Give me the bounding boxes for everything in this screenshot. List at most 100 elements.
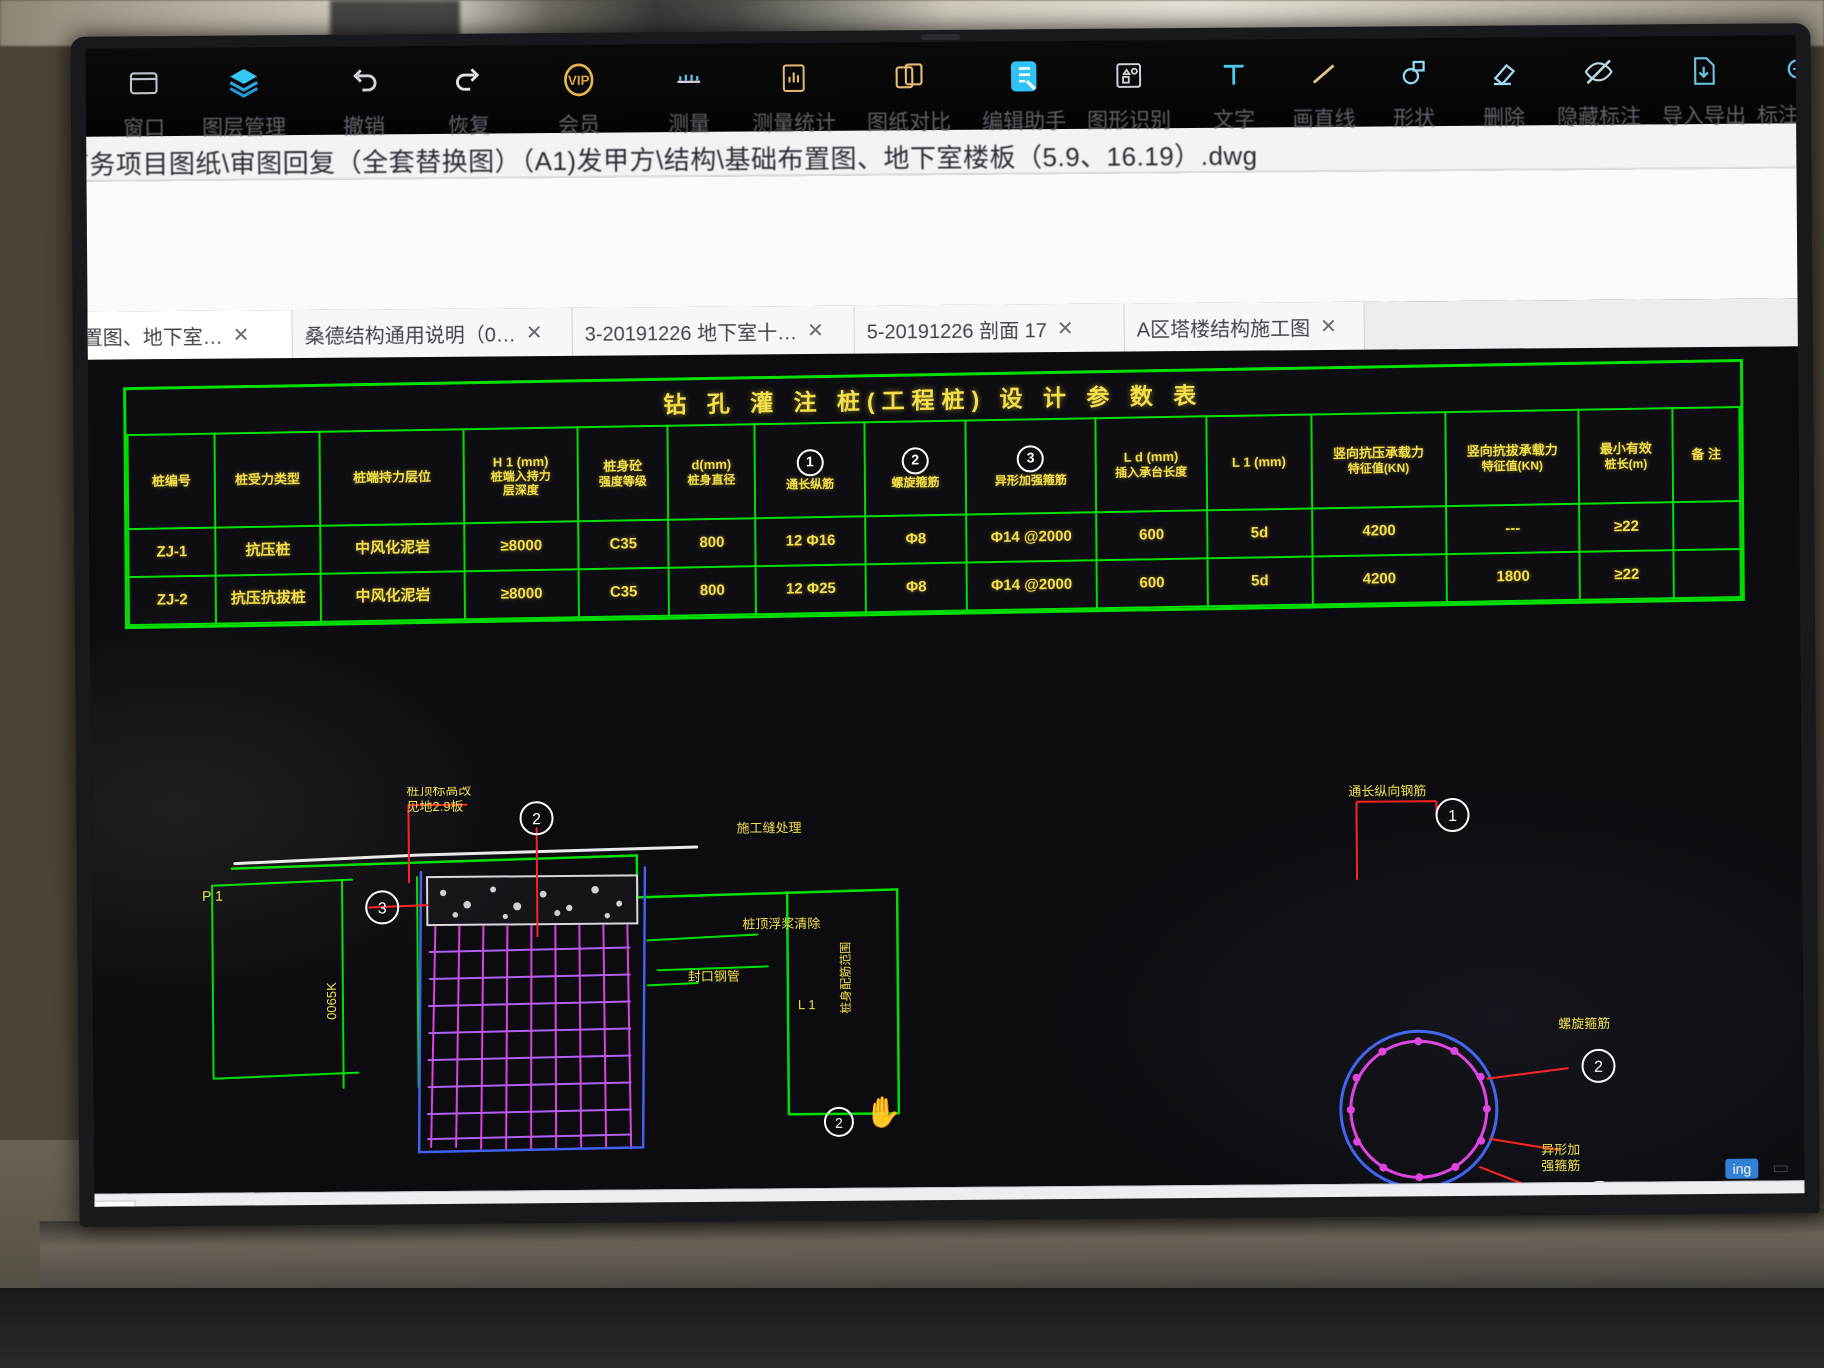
table-cell-r2-c10: 600 bbox=[1096, 558, 1208, 609]
toolbar-button-窗口[interactable]: 窗口 bbox=[96, 56, 193, 143]
header-sub: 强度等级 bbox=[598, 473, 647, 489]
toolbar-button-图纸对比[interactable]: 图纸对比 bbox=[861, 50, 958, 137]
toolbar-label: 恢复 bbox=[448, 114, 491, 138]
svg-text:螺旋箍筋: 螺旋箍筋 bbox=[1558, 1016, 1610, 1031]
import-export-icon bbox=[1655, 44, 1751, 99]
toolbar-button-隐藏标注[interactable]: 隐藏标注 bbox=[1550, 44, 1647, 131]
document-tab-4[interactable]: 5-20191226 剖面 17 ✕ bbox=[854, 303, 1125, 354]
parameter-table: 桩编号 桩受力类型 桩端持力层位 H 1 (mm) 桩端入持力 层深度 桩身砼 强度等级 d(m… bbox=[127, 406, 1742, 626]
pile-detail-drawing: 2 3 桩顶标高改 见地2.9板 施工缝处理 桩顶浮浆清除 封口钢管 P 1 0… bbox=[85, 776, 1804, 1207]
shape-recognize-icon bbox=[1081, 48, 1177, 103]
table-header-cell-8: 2 螺旋箍筋 bbox=[864, 420, 966, 517]
table-cell-r2-c13: 1800 bbox=[1446, 551, 1581, 603]
header-main: d(mm) bbox=[691, 457, 732, 473]
svg-text:桩身配筋范围: 桩身配筋范围 bbox=[838, 942, 854, 1014]
header-main: H 1 (mm) bbox=[492, 453, 549, 470]
header-sub: 桩端入持力 层深度 bbox=[490, 468, 551, 498]
table-header-cell-6: d(mm) 桩身直径 bbox=[667, 424, 756, 520]
header-sub: 异形加强箍筋 bbox=[994, 472, 1067, 488]
toolbar-label: 文字 bbox=[1212, 108, 1256, 132]
toolbar-label: 会员 bbox=[558, 113, 601, 138]
toolbar-button-恢复[interactable]: 恢复 bbox=[421, 53, 518, 140]
table-cell-r1-c2: 抗压桩 bbox=[215, 525, 321, 576]
system-notification-area: ing ▭ bbox=[1725, 1157, 1790, 1179]
table-outer-frame: 钻 孔 灌 注 桩(工程桩) 设 计 参 数 表 桩编号 桩受力类型 桩端持力层位 H… bbox=[123, 358, 1745, 630]
text-icon bbox=[1186, 47, 1282, 102]
toolbar-button-导入导出[interactable]: 导入导出 bbox=[1655, 44, 1752, 131]
document-tab-3[interactable]: 3-20191226 地下室十… ✕ bbox=[572, 305, 855, 356]
header-main: L 1 (mm) bbox=[1231, 454, 1286, 471]
toolbar-button-文字[interactable]: 文字 bbox=[1186, 47, 1283, 134]
toolbar-label: 图形识别 bbox=[1086, 109, 1172, 133]
screen-content: 渔商业商务项目图纸\审图回复（全套替换图）（A1)发甲方\结构\基础布置图、地下… bbox=[85, 35, 1805, 1207]
toolbar-button-编辑助手[interactable]: 编辑助手 bbox=[976, 49, 1073, 136]
table-cell-r1-c13: --- bbox=[1445, 503, 1580, 555]
table-header-cell-3: 桩端持力层位 bbox=[319, 429, 465, 526]
header-sub: 螺旋箍筋 bbox=[891, 474, 940, 490]
toolbar-label: 编辑助手 bbox=[981, 110, 1067, 134]
table-cell-r1-c11: 5d bbox=[1206, 508, 1313, 559]
cad-canvas[interactable]: 钻 孔 灌 注 桩(工程桩) 设 计 参 数 表 桩编号 桩受力类型 桩端持力层位 H… bbox=[85, 346, 1805, 1207]
svg-text:异形加: 异形加 bbox=[1541, 1142, 1580, 1157]
header-main: 备 注 bbox=[1691, 446, 1722, 463]
header-main: 桩端持力层位 bbox=[352, 469, 432, 486]
tab-label: 桑德结构通用说明（0… bbox=[304, 323, 516, 348]
svg-text:封口钢管: 封口钢管 bbox=[688, 969, 740, 984]
toolbar-button-形状[interactable]: 形状 bbox=[1366, 46, 1463, 133]
header-sub: 通长纵筋 bbox=[786, 476, 835, 492]
header-main: 最小有效 bbox=[1599, 441, 1652, 457]
vip-icon: VIP bbox=[531, 52, 627, 107]
detail-svg: 2 3 桩顶标高改 见地2.9板 施工缝处理 桩顶浮浆清除 封口钢管 P 1 0… bbox=[202, 783, 1617, 1207]
table-cell-r2-c15 bbox=[1673, 549, 1741, 599]
document-tab-1[interactable]: 基础布置图、地下室… ✕ bbox=[85, 310, 293, 361]
header-main: 桩编号 bbox=[151, 473, 191, 490]
svg-text:P 1: P 1 bbox=[202, 888, 223, 904]
toolbar-button-会员[interactable]: VIP 会员 bbox=[531, 52, 628, 139]
pile-parameter-table: 钻 孔 灌 注 桩(工程桩) 设 计 参 数 表 桩编号 桩受力类型 桩端持力层位 H… bbox=[123, 358, 1745, 630]
table-header-cell-12: 竖向抗压承载力 特征值(KN) bbox=[1311, 412, 1446, 509]
table-cell-r1-c4: ≥8000 bbox=[464, 521, 579, 572]
table-cell-r2-c3: 中风化泥岩 bbox=[320, 571, 466, 622]
tab-close-icon[interactable]: ✕ bbox=[1320, 313, 1337, 338]
table-cell-r2-c4: ≥8000 bbox=[464, 569, 579, 620]
minimize-icon[interactable]: ▭ bbox=[1772, 1157, 1789, 1178]
toolbar-button-图形识别[interactable]: 图形识别 bbox=[1081, 48, 1178, 135]
document-tab-5[interactable]: A区塔楼结构施工图 ✕ bbox=[1124, 301, 1365, 352]
table-cell-r2-c8: Φ8 bbox=[865, 562, 967, 613]
header-main: 桩身砼 bbox=[603, 458, 643, 475]
header-sub: 插入承台长度 bbox=[1115, 464, 1188, 480]
main-toolbar bbox=[85, 168, 1803, 313]
toolbar-label: 测量 bbox=[668, 112, 711, 137]
tab-close-icon[interactable]: ✕ bbox=[233, 322, 250, 347]
svg-text:桩顶标高改: 桩顶标高改 bbox=[406, 783, 471, 799]
header-sub: 特征值(KN) bbox=[1481, 458, 1544, 474]
tab-close-icon[interactable]: ✕ bbox=[807, 317, 824, 342]
toolbar-button-删除[interactable]: 删除 bbox=[1455, 45, 1552, 132]
toolbar-button-测量统计[interactable]: 测量统计 bbox=[746, 51, 843, 138]
tab-close-icon[interactable]: ✕ bbox=[1057, 315, 1074, 340]
table-cell-r2-c1: ZJ-2 bbox=[128, 575, 216, 626]
table-header-cell-9: 3 异形加强箍筋 bbox=[965, 418, 1097, 515]
document-tab-2[interactable]: 桑德结构通用说明（0… ✕ bbox=[292, 307, 573, 359]
hide-annotation-icon bbox=[1550, 44, 1646, 99]
tab-close-icon[interactable]: ✕ bbox=[526, 320, 543, 345]
toolbar-button-测量[interactable]: 测量 bbox=[641, 52, 738, 139]
toolbar-button-盘[interactable]: 盘 bbox=[85, 57, 95, 144]
header-sub: 特征值(KN) bbox=[1347, 460, 1410, 476]
svg-text:3: 3 bbox=[378, 900, 387, 917]
svg-text:2: 2 bbox=[835, 1115, 843, 1131]
table-cell-r1-c10: 600 bbox=[1096, 510, 1208, 561]
svg-text:1: 1 bbox=[1448, 808, 1457, 825]
header-main: 竖向抗拔承载力 bbox=[1466, 442, 1558, 460]
table-cell-r1-c12: 4200 bbox=[1311, 506, 1447, 557]
header-sub: 桩长(m) bbox=[1604, 456, 1648, 472]
table-cell-r1-c6: 800 bbox=[668, 518, 756, 568]
svg-text:VIP: VIP bbox=[568, 73, 590, 88]
toolbar-button-图层管理[interactable]: 图层管理 bbox=[196, 55, 293, 142]
toolbar-button-撤销[interactable]: 撤销 bbox=[316, 54, 413, 141]
tab-label: 5-20191226 剖面 17 bbox=[866, 319, 1047, 344]
svg-text:L 1: L 1 bbox=[798, 997, 816, 1012]
table-cell-r2-c9: Φ14 @2000 bbox=[966, 560, 1098, 611]
table-cell-r1-c14: ≥22 bbox=[1579, 502, 1674, 552]
toolbar-button-画直线[interactable]: 画直线 bbox=[1276, 47, 1373, 134]
